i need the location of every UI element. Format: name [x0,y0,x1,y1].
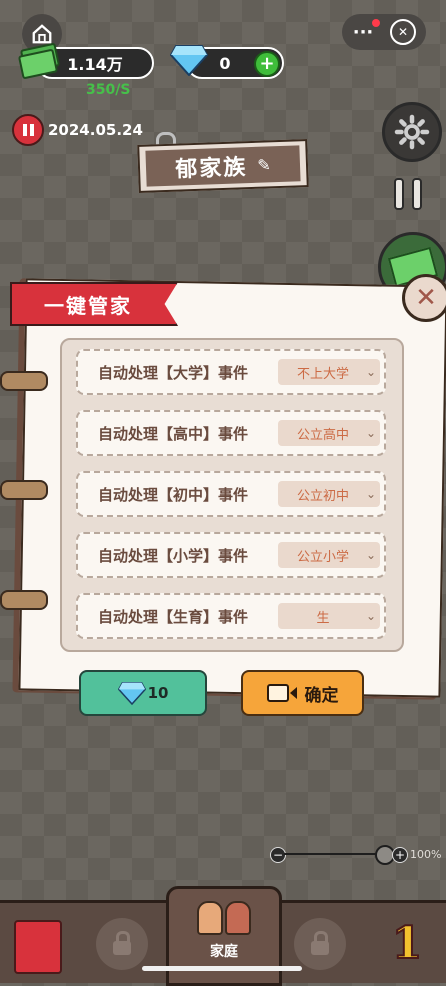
notification-dot [372,19,380,27]
add-diamond-button[interactable]: + [254,51,280,77]
lock-icon [311,931,329,955]
dialog-title-ribbon: 一键管家 [10,282,178,326]
chevron-down-icon: ⌄ [365,426,377,440]
diamond-value: 0 [219,53,231,73]
locked-tab[interactable] [96,918,148,970]
list-item: 自动处理【大学】事件 不上大学 ⌄ [76,349,386,395]
event-select[interactable]: 不上大学 ⌄ [278,359,380,385]
dialog-title: 一键管家 [44,293,132,318]
chevron-down-icon: ⌄ [365,487,377,501]
pause-icon [22,124,34,136]
select-value: 公立高中 [296,427,349,443]
home-indicator [142,966,302,971]
tab-family-label: 家庭 [210,944,238,960]
event-select[interactable]: 公立高中 ⌄ [278,420,380,446]
game-date: 2024.05.24 [48,121,143,139]
pause-button[interactable] [12,114,44,146]
chevron-down-icon: ⌄ [365,548,377,562]
row-label: 自动处理【小学】事件 [98,546,249,565]
family-icon [197,901,251,935]
row-label: 自动处理【初中】事件 [98,485,249,504]
locked-tab[interactable] [294,918,346,970]
binder-ring [0,371,48,391]
select-value: 公立小学 [296,549,349,565]
close-dialog-button[interactable]: ✕ [402,274,446,322]
diamond-icon [169,44,209,80]
select-value: 公立初中 [296,488,349,504]
money-value: 1.14万 [67,55,123,74]
zoom-in-button[interactable]: + [392,847,408,863]
lock-icon [113,931,131,955]
confirm-video-button[interactable]: 确定 [241,670,364,716]
close-icon: ✕ [415,283,437,313]
list-item: 自动处理【初中】事件 公立初中 ⌄ [76,471,386,517]
close-miniprogram-icon[interactable]: ✕ [390,19,416,45]
confirm-label: 确定 [304,685,339,706]
money-rate: 350/S [86,82,131,98]
family-name: 郁家族 [174,155,248,183]
row-label: 自动处理【大学】事件 [98,363,249,382]
chevron-down-icon: ⌄ [365,365,377,379]
tab-family[interactable]: 家庭 [166,886,282,986]
chevron-down-icon: ⌄ [365,609,377,623]
ranking-icon[interactable]: 1 [384,916,430,970]
diamond-icon [117,681,146,705]
row-label: 自动处理【生育】事件 [98,607,249,626]
diamond-pay-button[interactable]: 10 [79,670,207,716]
home-icon [32,24,52,44]
settings-button[interactable] [382,102,442,162]
family-name-plate[interactable]: 郁家族 ✎ [137,139,309,193]
diamond-cost: 10 [147,684,169,702]
select-value: 不上大学 [296,366,349,382]
list-item: 自动处理【生育】事件 生 ⌄ [76,593,386,639]
list-item: 自动处理【小学】事件 公立小学 ⌄ [76,532,386,578]
video-icon [266,684,297,702]
binder-ring [0,590,48,610]
zoom-out-button[interactable]: − [270,847,286,863]
row-label: 自动处理【高中】事件 [98,424,249,443]
gear-icon [394,114,430,150]
book-icon[interactable] [14,920,62,974]
cash-icon [17,42,61,80]
miniprogram-capsule: ··· ✕ [342,14,426,50]
edit-icon[interactable]: ✎ [257,155,271,174]
event-select[interactable]: 公立小学 ⌄ [278,542,380,568]
binder-ring [0,480,48,500]
select-value: 生 [316,610,330,626]
speed-pause-icon[interactable] [394,178,422,210]
list-item: 自动处理【高中】事件 公立高中 ⌄ [76,410,386,456]
event-select[interactable]: 公立初中 ⌄ [278,481,380,507]
zoom-level: 100% [410,848,442,861]
event-select[interactable]: 生 ⌄ [278,603,380,629]
